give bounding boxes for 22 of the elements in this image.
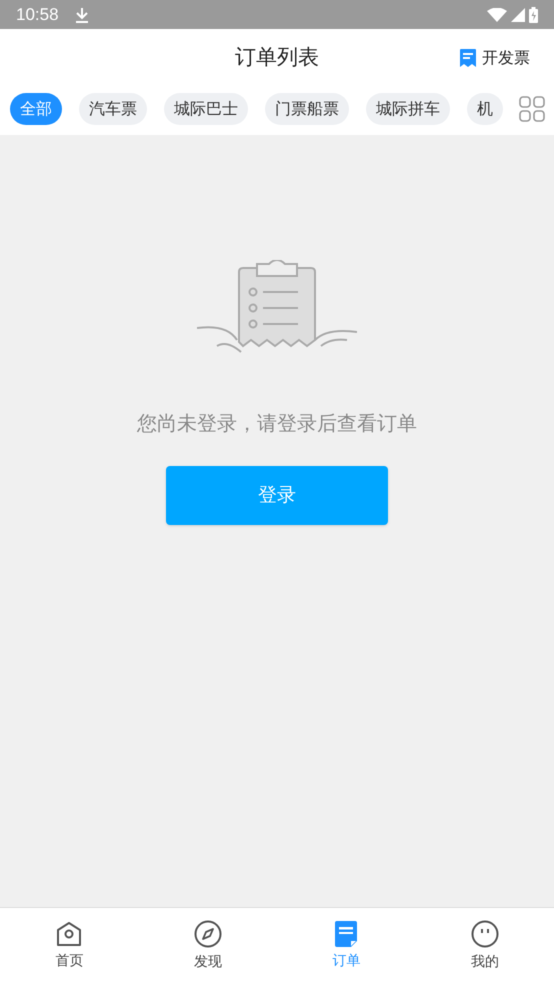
nav-tab[interactable]: 首页 xyxy=(0,908,138,984)
wifi-icon xyxy=(487,8,507,22)
face-icon xyxy=(470,920,499,948)
nav-tab[interactable]: 我的 xyxy=(416,908,554,984)
battery-icon xyxy=(529,6,538,22)
home-icon xyxy=(56,920,82,946)
category-tab[interactable]: 城际拼车 xyxy=(366,93,450,125)
category-tab[interactable]: 门票船票 xyxy=(265,93,349,125)
clock: 10:58 xyxy=(16,4,59,26)
nav-tab[interactable]: 发现 xyxy=(138,908,277,984)
grid-icon[interactable] xyxy=(519,96,545,122)
login-prompt: 您尚未登录，请登录后查看订单 xyxy=(137,410,417,437)
category-tab[interactable]: 汽车票 xyxy=(79,93,147,125)
invoice-button[interactable]: 开发票 xyxy=(460,46,530,70)
document-icon xyxy=(335,920,358,946)
compass-icon xyxy=(194,920,222,948)
category-tab[interactable]: 机 xyxy=(467,93,503,125)
category-tab[interactable]: 城际巴士 xyxy=(164,93,248,125)
receipt-icon xyxy=(460,49,476,67)
signal-icon xyxy=(511,8,525,22)
page-title: 订单列表 xyxy=(235,44,319,72)
download-icon xyxy=(74,6,89,22)
